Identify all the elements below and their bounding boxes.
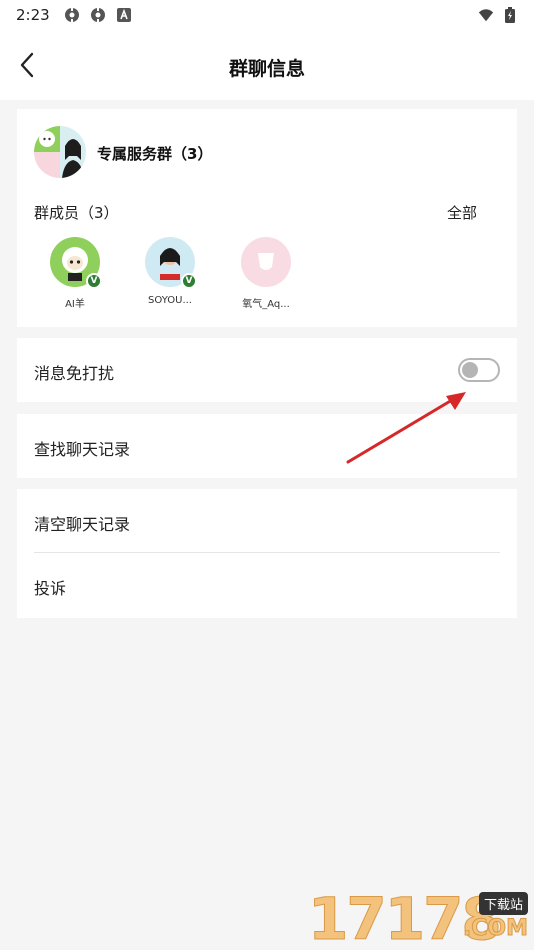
avatar: V (50, 237, 102, 289)
pink-shape-avatar-icon (258, 253, 274, 270)
pink-avatar-icon (34, 152, 60, 178)
settings-gear-icon (90, 7, 106, 23)
sheep-avatar-icon (34, 126, 60, 152)
status-left: 2:23 (16, 6, 132, 24)
avatar: V (145, 237, 197, 289)
view-all-members-link[interactable]: 全部 (447, 202, 477, 223)
watermark-tag: 下载站 (478, 892, 528, 915)
member-name: SOYOU... (148, 295, 192, 306)
battery-icon (502, 7, 518, 23)
avatar (241, 237, 291, 287)
watermark-logo: 17178 下载站 .COM (304, 888, 534, 950)
status-right (478, 7, 518, 23)
verified-badge-icon: V (86, 273, 102, 289)
header: 群聊信息 (0, 30, 534, 100)
wifi-icon (478, 7, 494, 23)
toggle-knob (462, 362, 478, 378)
settings-gear-icon (64, 7, 80, 23)
report-row[interactable]: 投诉 (17, 553, 517, 618)
search-chat-history-row[interactable]: 查找聊天记录 (17, 414, 517, 478)
members-title: 群成员（3） (34, 204, 119, 222)
report-label: 投诉 (34, 579, 67, 598)
group-avatar (34, 126, 86, 178)
group-name: 专属服务群（3） (97, 145, 213, 163)
clear-chat-history-row[interactable]: 清空聊天记录 (17, 489, 517, 553)
clear-chat-history-label: 清空聊天记录 (34, 515, 131, 534)
search-chat-history-label: 查找聊天记录 (34, 440, 131, 459)
a-badge-icon (116, 7, 132, 23)
mute-notifications-row: 消息免打扰 (17, 338, 517, 402)
mute-notifications-toggle[interactable] (458, 358, 500, 382)
member-name: 氧气_Aq... (242, 299, 290, 310)
page-title: 群聊信息 (228, 58, 305, 80)
actions-card: 清空聊天记录 投诉 (17, 489, 517, 618)
member-name: AI羊 (65, 299, 85, 310)
member-item[interactable]: V AI羊 (40, 237, 110, 310)
status-bar: 2:23 (0, 0, 534, 30)
member-item[interactable]: V SOYOU... (135, 237, 205, 306)
mute-notifications-label: 消息免打扰 (34, 364, 115, 383)
status-time: 2:23 (16, 6, 50, 24)
verified-badge-icon: V (181, 273, 197, 289)
watermark-domain: .COM (462, 916, 528, 942)
group-info-card: 专属服务群（3） 群成员（3） 全部 V AI羊 V SOYOU... 氧气_A… (17, 109, 517, 327)
person-avatar-icon (60, 126, 86, 178)
member-item[interactable]: 氧气_Aq... (231, 237, 301, 310)
